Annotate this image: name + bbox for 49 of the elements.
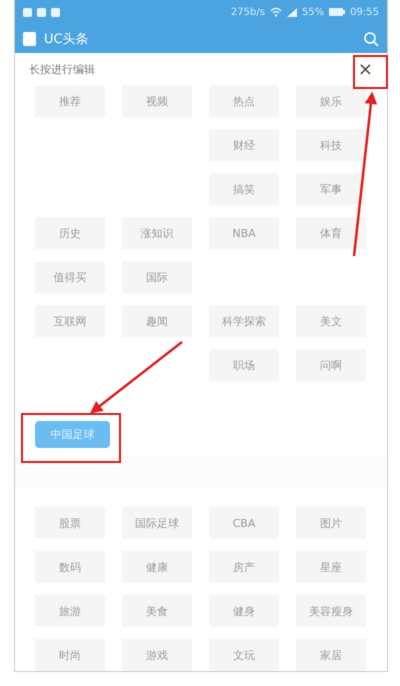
edit-hint: 长按进行编辑 bbox=[29, 62, 95, 77]
channel-tag[interactable]: 房产 bbox=[209, 551, 279, 583]
highlight-box bbox=[353, 55, 388, 89]
close-button[interactable]: × bbox=[354, 58, 377, 80]
channel-tag[interactable]: 视频 bbox=[122, 85, 192, 118]
channel-tag[interactable]: 搞笑 bbox=[209, 173, 279, 206]
channel-tag[interactable]: 科学探索 bbox=[209, 305, 279, 338]
channel-tag[interactable]: 科技 bbox=[296, 129, 366, 162]
channel-tag[interactable]: 体育 bbox=[296, 217, 366, 250]
channel-tag[interactable]: 美食 bbox=[122, 595, 192, 627]
channel-tag[interactable]: 推荐 bbox=[35, 85, 105, 118]
channel-tag[interactable]: 家居 bbox=[296, 639, 366, 671]
channel-tag[interactable]: 数码 bbox=[35, 551, 105, 583]
channel-tag[interactable]: 热点 bbox=[209, 85, 279, 118]
clock: 09:55 bbox=[350, 6, 379, 18]
channel-tag[interactable]: 国际足球 bbox=[122, 507, 192, 539]
channel-tag[interactable]: 历史 bbox=[35, 217, 105, 250]
channel-tag[interactable]: 军事 bbox=[296, 173, 366, 206]
document-icon bbox=[23, 32, 36, 46]
channel-tag[interactable]: 美文 bbox=[296, 305, 366, 338]
channel-tag[interactable]: 财经 bbox=[209, 129, 279, 162]
wifi-icon bbox=[270, 7, 282, 18]
channel-tag[interactable]: 互联网 bbox=[35, 305, 105, 338]
channel-tag[interactable]: NBA bbox=[209, 217, 279, 250]
battery-percent: 55% bbox=[302, 6, 324, 18]
channel-tag[interactable]: 游戏 bbox=[122, 639, 192, 671]
channel-tag[interactable]: 趣闻 bbox=[122, 305, 192, 338]
channel-tag[interactable]: 娱乐 bbox=[296, 85, 366, 118]
channel-tag[interactable]: 文玩 bbox=[209, 639, 279, 671]
channel-tag[interactable]: 问啊 bbox=[296, 349, 366, 382]
channel-tag[interactable]: 值得买 bbox=[35, 261, 105, 294]
channel-tag[interactable]: 时尚 bbox=[35, 639, 105, 671]
channel-tag[interactable]: 国际 bbox=[122, 261, 192, 294]
app-title: UC头条 bbox=[44, 30, 89, 48]
channel-tag[interactable]: 星座 bbox=[296, 551, 366, 583]
dragged-channel-tag[interactable]: 中国足球 bbox=[35, 421, 110, 448]
channel-tag[interactable]: 美容瘦身 bbox=[296, 595, 366, 627]
channel-tag[interactable]: 职场 bbox=[209, 349, 279, 382]
battery-icon bbox=[329, 8, 346, 16]
channel-tag[interactable]: 图片 bbox=[296, 507, 366, 539]
channel-tag[interactable]: CBA bbox=[209, 507, 279, 539]
channel-tag[interactable]: 股票 bbox=[35, 507, 105, 539]
signal-icon bbox=[286, 8, 297, 17]
channel-tag[interactable]: 旅游 bbox=[35, 595, 105, 627]
channel-tag[interactable]: 健身 bbox=[209, 595, 279, 627]
network-speed: 275b/s bbox=[230, 6, 265, 18]
channel-tag[interactable]: 健康 bbox=[122, 551, 192, 583]
search-icon[interactable] bbox=[363, 30, 379, 47]
channel-tag[interactable]: 涨知识 bbox=[122, 217, 192, 250]
